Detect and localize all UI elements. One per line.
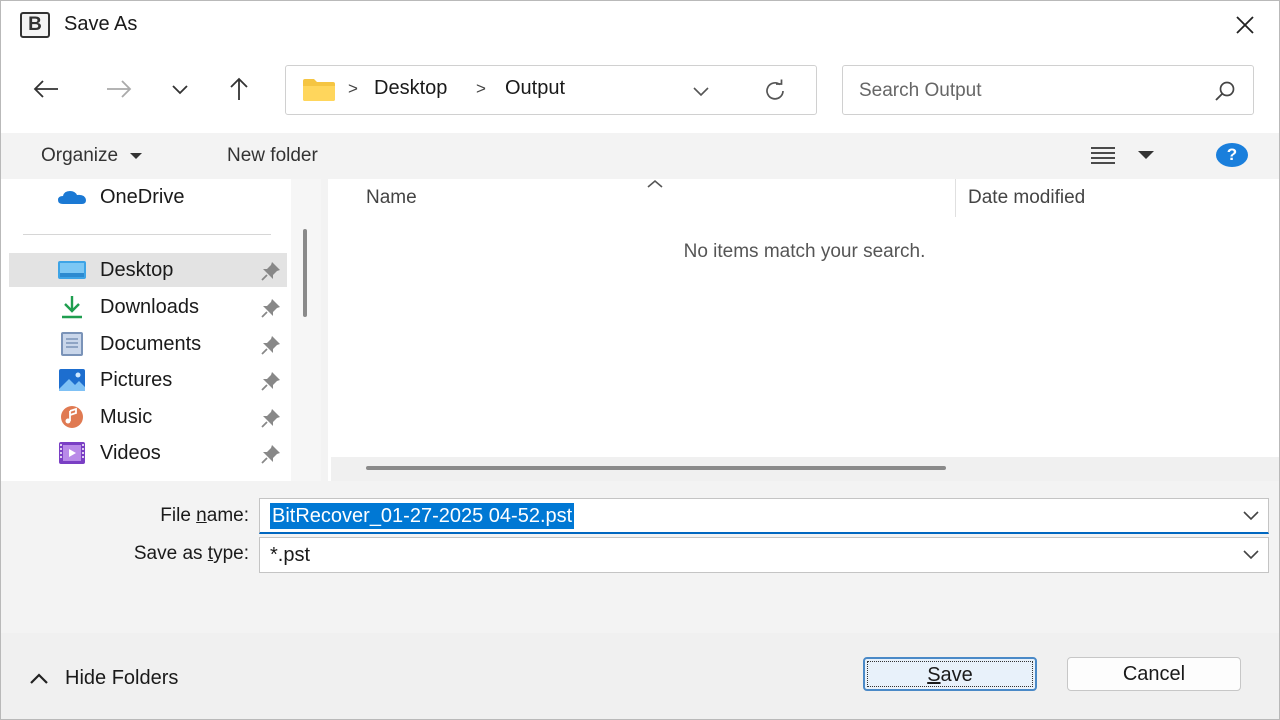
up-button[interactable] bbox=[222, 72, 256, 106]
file-name-label: File name: bbox=[89, 505, 249, 527]
pictures-icon bbox=[59, 369, 85, 391]
title-bar: B Save As bbox=[1, 1, 1279, 49]
label-text: Save as bbox=[133, 543, 208, 564]
pin-icon[interactable] bbox=[261, 444, 281, 464]
new-folder-button[interactable]: New folder bbox=[227, 145, 318, 167]
address-history-button[interactable] bbox=[686, 80, 716, 102]
dialog-footer: Hide Folders Save Cancel bbox=[1, 633, 1279, 719]
arrow-left-icon bbox=[33, 80, 58, 98]
label-text: File bbox=[160, 505, 197, 526]
column-separator[interactable] bbox=[955, 179, 956, 217]
breadcrumb-separator: > bbox=[348, 79, 358, 98]
horizontal-scrollbar-thumb[interactable] bbox=[366, 466, 946, 470]
label-text: ame: bbox=[206, 505, 249, 526]
sidebar-scrollbar[interactable] bbox=[303, 229, 307, 317]
breadcrumb-desktop[interactable]: Desktop bbox=[374, 77, 447, 100]
save-as-type-select[interactable]: *.pst bbox=[259, 537, 1269, 573]
sidebar-item-desktop[interactable]: Desktop bbox=[9, 253, 287, 287]
hide-folders-label: Hide Folders bbox=[65, 667, 179, 689]
search-input[interactable] bbox=[859, 78, 1179, 104]
forward-button[interactable] bbox=[102, 72, 136, 106]
hide-folders-button[interactable]: Hide Folders bbox=[29, 667, 178, 690]
sidebar-item-pictures[interactable]: Pictures bbox=[9, 363, 287, 397]
pin-icon[interactable] bbox=[261, 261, 281, 281]
sidebar-item-label: Downloads bbox=[100, 296, 199, 318]
sidebar-item-music[interactable]: Music bbox=[9, 400, 287, 434]
sort-ascending-icon bbox=[647, 179, 663, 188]
pin-icon[interactable] bbox=[261, 335, 281, 355]
save-access-key: S bbox=[927, 664, 941, 686]
sidebar-item-documents[interactable]: Documents bbox=[9, 327, 287, 361]
arrow-right-icon bbox=[107, 80, 132, 98]
save-button[interactable]: Save bbox=[863, 657, 1037, 691]
help-icon[interactable]: ? bbox=[1216, 143, 1248, 167]
dialog-title: Save As bbox=[64, 13, 138, 35]
chevron-down-icon bbox=[1243, 550, 1259, 560]
pin-icon[interactable] bbox=[261, 371, 281, 391]
videos-icon bbox=[59, 442, 85, 464]
search-box[interactable] bbox=[842, 65, 1254, 115]
downloads-icon bbox=[62, 296, 82, 319]
cancel-button[interactable]: Cancel bbox=[1067, 657, 1241, 691]
close-icon bbox=[1236, 16, 1254, 34]
chevron-down-icon bbox=[172, 85, 188, 95]
navigation-bar: > Desktop > Output bbox=[1, 49, 1279, 133]
organize-menu[interactable]: Organize bbox=[41, 145, 143, 167]
save-as-type-value: *.pst bbox=[270, 544, 311, 566]
file-list: Name Date modified No items match your s… bbox=[328, 179, 1279, 481]
refresh-button[interactable] bbox=[760, 78, 790, 104]
onedrive-icon bbox=[58, 191, 86, 204]
sidebar-divider bbox=[23, 234, 271, 235]
save-label: ave bbox=[940, 664, 973, 686]
chevron-down-icon[interactable] bbox=[1242, 509, 1260, 521]
save-as-type-label: Save as type: bbox=[89, 543, 249, 565]
command-bar: Organize New folder ? bbox=[1, 133, 1279, 179]
address-bar[interactable]: > Desktop > Output bbox=[285, 65, 817, 115]
label-text: ype: bbox=[213, 543, 249, 564]
desktop-icon bbox=[58, 261, 86, 279]
caret-down-icon[interactable] bbox=[1137, 149, 1155, 161]
refresh-icon bbox=[766, 79, 784, 100]
breadcrumb-separator: > bbox=[476, 79, 486, 98]
app-icon: B bbox=[20, 12, 50, 38]
chevron-down-icon bbox=[693, 87, 709, 97]
breadcrumb-output[interactable]: Output bbox=[505, 77, 565, 100]
navigation-pane: OneDrive Desktop Downloads Documents Pic… bbox=[1, 179, 321, 481]
sidebar-item-label: Music bbox=[100, 406, 153, 428]
file-name-field[interactable]: BitRecover_01-27-2025 04-52.pst bbox=[259, 498, 1269, 534]
back-button[interactable] bbox=[29, 72, 63, 106]
save-as-dialog: B Save As > Desktop > Output Search Outp… bbox=[0, 0, 1280, 720]
file-name-value[interactable]: BitRecover_01-27-2025 04-52.pst bbox=[270, 503, 575, 529]
column-header-name[interactable]: Name bbox=[366, 187, 417, 209]
sidebar-item-label: Pictures bbox=[100, 369, 173, 391]
sidebar-item-videos[interactable]: Videos bbox=[9, 436, 287, 470]
sidebar-item-label: Documents bbox=[100, 333, 202, 355]
sidebar-item-onedrive[interactable]: OneDrive bbox=[9, 180, 287, 214]
label-access-key: n bbox=[196, 505, 207, 526]
view-list-icon[interactable] bbox=[1090, 145, 1116, 165]
close-button[interactable] bbox=[1227, 9, 1263, 41]
pin-icon[interactable] bbox=[261, 408, 281, 428]
chevron-up-icon bbox=[30, 672, 48, 684]
search-icon bbox=[1215, 81, 1235, 101]
folder-icon bbox=[303, 79, 335, 101]
sidebar-item-downloads[interactable]: Downloads bbox=[9, 290, 287, 324]
sidebar-item-label: Videos bbox=[100, 442, 161, 464]
organize-label: Organize bbox=[41, 145, 119, 166]
sidebar-item-label: OneDrive bbox=[100, 186, 185, 208]
music-icon bbox=[61, 406, 83, 428]
sidebar-item-label: Desktop bbox=[100, 259, 174, 281]
column-header-date-modified[interactable]: Date modified bbox=[968, 187, 1085, 209]
caret-down-icon bbox=[130, 153, 143, 159]
save-form: File name: BitRecover_01-27-2025 04-52.p… bbox=[1, 481, 1279, 633]
pane-splitter[interactable] bbox=[291, 179, 321, 481]
empty-message: No items match your search. bbox=[683, 241, 926, 262]
documents-icon bbox=[61, 332, 83, 356]
arrow-up-icon bbox=[230, 77, 248, 100]
pin-icon[interactable] bbox=[261, 298, 281, 318]
recent-locations-button[interactable] bbox=[163, 72, 197, 106]
